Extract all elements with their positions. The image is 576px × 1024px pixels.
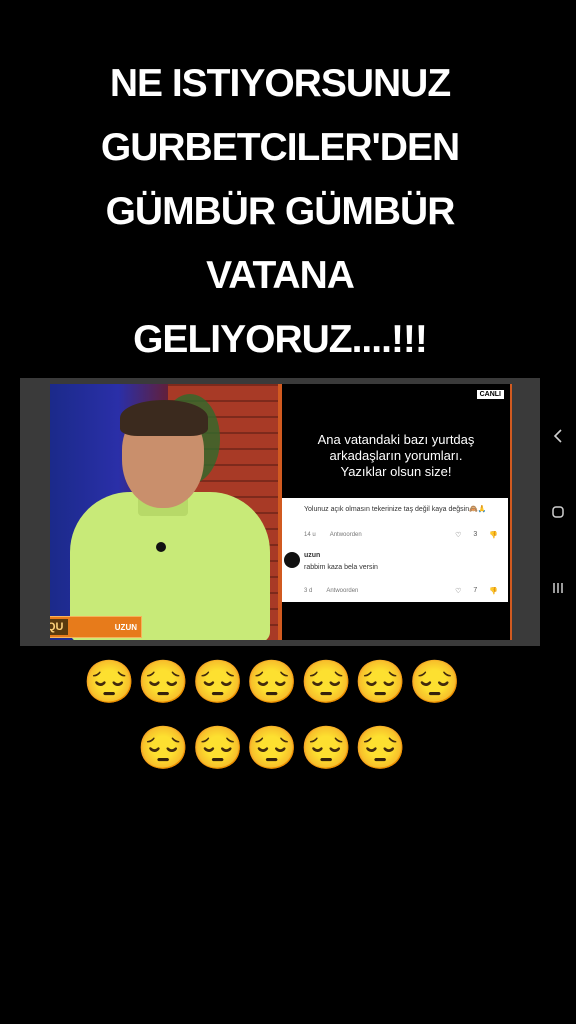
comment-1-like-count: 3 [473, 531, 478, 538]
host-hair [120, 400, 208, 436]
comment-2-text: rabbim kaza bela versin [304, 564, 378, 571]
comments-screenshot: Yolunuz açık olmasın tekerinize taş deği… [282, 498, 508, 602]
home-icon[interactable] [545, 500, 571, 524]
lapel-mic-icon [156, 542, 166, 552]
caption-headline: NE ISTIYORSUNUZ GURBETCILER'DEN GÜMBÜR G… [0, 52, 560, 372]
video-player[interactable]: QU UZUN CANLI Ana vatandaki bazı yurtdaş… [20, 378, 540, 646]
video-content: QU UZUN CANLI Ana vatandaki bazı yurtdaş… [50, 384, 512, 640]
comment-1-age: 14 u [304, 532, 316, 538]
heart-icon: ♡ [455, 532, 462, 539]
comments-panel: CANLI Ana vatandaki bazı yurtdaş arkadaş… [282, 384, 512, 640]
comment-1-meta: 14 u Antwoorden [304, 532, 362, 538]
headline-line-3: GÜMBÜR GÜMBÜR [105, 190, 456, 233]
lower-third-banner: QU UZUN [50, 616, 142, 638]
dislike-icon: 👎 [489, 588, 498, 595]
comment-1-text: Yolunuz açık olmasın tekerinize taş deği… [304, 506, 487, 513]
pensive-face-emoji-row-2: 😔😔😔😔😔 [137, 724, 409, 771]
comment-2-like-count: 7 [473, 587, 478, 594]
back-icon[interactable] [545, 424, 571, 448]
headline-line-2: GURBETCILER'DEN [100, 126, 460, 169]
channel-logo: QU [50, 619, 68, 635]
pensive-face-emoji-row-1: 😔😔😔😔😔😔😔 [82, 658, 464, 705]
comment-2-reply: Antwoorden [326, 588, 359, 594]
comment-2-user: uzun [304, 552, 321, 559]
recents-icon[interactable] [545, 576, 571, 600]
dislike-icon: 👎 [489, 532, 498, 539]
system-navigation [545, 420, 571, 620]
panel-heading: Ana vatandaki bazı yurtdaş arkadaşların … [282, 432, 510, 480]
avatar [284, 552, 300, 568]
comment-1-reply: Antwoorden [329, 532, 362, 538]
headline-line-4: VATANA [206, 254, 355, 297]
live-badge: CANLI [476, 390, 504, 399]
headline-line-5: GELIYORUZ....!!! [133, 318, 428, 361]
panel-heading-line-1: Ana vatandaki bazı yurtdaş [317, 432, 475, 447]
comment-2-meta: 3 d Antwoorden [304, 588, 358, 594]
host-camera-view: QU UZUN [50, 384, 278, 640]
comment-2-age: 3 d [304, 588, 313, 594]
headline-line-1: NE ISTIYORSUNUZ [109, 62, 451, 105]
heart-icon: ♡ [455, 588, 462, 595]
panel-heading-line-3: Yazıklar olsun size! [340, 464, 452, 479]
comment-2-likes: ♡ 7 👎 [455, 587, 498, 595]
comment-1-likes: ♡ 3 👎 [455, 531, 498, 539]
host-name: UZUN [114, 622, 137, 632]
panel-heading-line-2: arkadaşların yorumları. [329, 448, 463, 463]
